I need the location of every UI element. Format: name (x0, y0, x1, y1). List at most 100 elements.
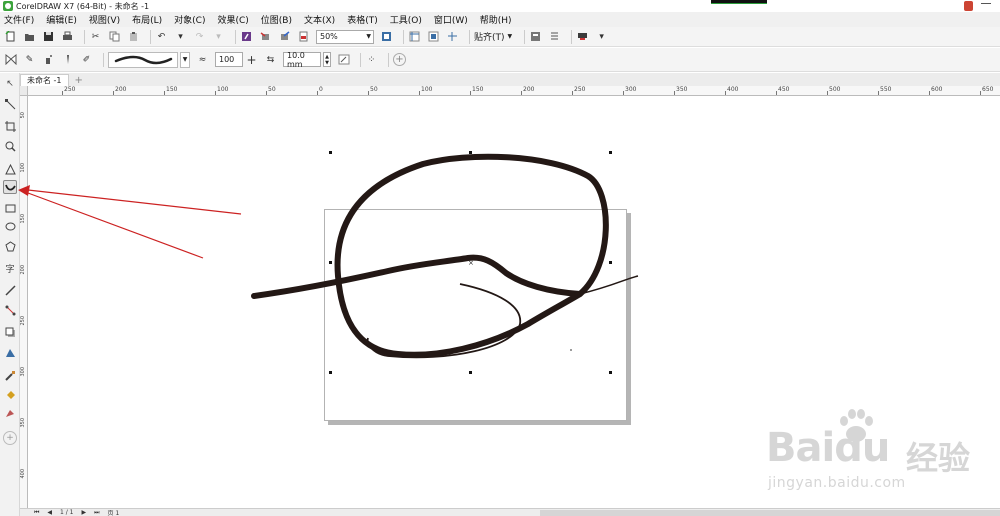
full-screen-preview-icon[interactable] (380, 30, 393, 43)
undo-dropdown-icon[interactable]: ▾ (174, 30, 187, 43)
document-tab-bar: 未命名 -1 + (20, 73, 1000, 86)
eyedropper-tool-icon[interactable] (3, 368, 17, 382)
new-document-icon[interactable] (4, 30, 17, 43)
zoom-level-select[interactable]: 50% ▼ (316, 29, 374, 44)
ruler-tick-label: 400 (727, 86, 739, 93)
ruler-tick (674, 91, 675, 95)
ruler-tick (368, 91, 369, 95)
smart-drawing-tool-icon[interactable] (3, 162, 17, 176)
add-icon[interactable]: + (393, 53, 406, 66)
menu-bitmaps[interactable]: 位图(B) (261, 13, 292, 26)
menu-layout[interactable]: 布局(L) (132, 13, 162, 26)
snap-to-button[interactable]: 贴齐(T) ▼ (474, 30, 512, 43)
add-tool-icon[interactable]: + (3, 431, 17, 445)
ruler-tick (266, 91, 267, 95)
menu-view[interactable]: 视图(V) (89, 13, 120, 26)
publish-pdf-icon[interactable] (297, 30, 310, 43)
redo-icon[interactable]: ↷ (193, 30, 206, 43)
ruler-tick (419, 91, 420, 95)
menu-file[interactable]: 文件(F) (4, 13, 34, 26)
save-icon[interactable] (42, 30, 55, 43)
copy-icon[interactable] (108, 30, 121, 43)
menu-window[interactable]: 窗口(W) (434, 13, 468, 26)
separator (235, 29, 236, 44)
sprayer-mode-icon[interactable] (42, 53, 55, 66)
add-tab-icon[interactable]: + (75, 75, 83, 86)
last-page-icon[interactable]: ⏭ (94, 509, 99, 516)
stroke-preset-select[interactable] (108, 51, 178, 68)
connector-tool-icon[interactable] (3, 303, 17, 317)
ruler-tick-label: 250 (64, 86, 76, 93)
app-launcher-icon[interactable] (548, 30, 561, 43)
redo-dropdown-icon[interactable]: ▾ (212, 30, 225, 43)
ruler-tick (623, 91, 624, 95)
zoom-tool-icon[interactable] (3, 139, 17, 153)
search-content-icon[interactable] (240, 30, 253, 43)
chevron-down-icon[interactable]: ▾ (595, 30, 608, 43)
shape-tool-icon[interactable] (3, 97, 17, 111)
show-rulers-icon[interactable] (408, 30, 421, 43)
horizontal-scrollbar[interactable] (540, 510, 1000, 516)
prev-page-icon[interactable]: ◀ (47, 509, 52, 516)
ruler-tick (113, 91, 114, 95)
preset-mode-icon[interactable] (4, 53, 17, 66)
pressure-mode-icon[interactable]: ✐ (80, 53, 93, 66)
vertical-ruler[interactable]: 50 100 150 200 250 300 350 400 (20, 96, 28, 508)
calligraphic-mode-icon[interactable] (61, 53, 74, 66)
open-icon[interactable] (23, 30, 36, 43)
drawing-canvas[interactable]: × Baidu 经验 jingyan.baidu.com (28, 96, 1000, 508)
export-icon[interactable] (278, 30, 291, 43)
print-icon[interactable] (61, 30, 74, 43)
ruler-origin[interactable] (20, 86, 28, 96)
menu-effects[interactable]: 效果(C) (217, 13, 248, 26)
chevron-down-icon[interactable]: ▼ (180, 51, 190, 68)
smoothing-plus-icon[interactable]: + (245, 53, 258, 67)
menu-table[interactable]: 表格(T) (347, 13, 378, 26)
ruler-tick-label: 150 (166, 86, 178, 93)
quick-customize-icon[interactable] (576, 30, 589, 43)
chevron-down-icon: ▼ (507, 33, 513, 40)
rectangle-tool-icon[interactable] (3, 201, 17, 215)
ruler-tick-label: 650 (982, 86, 994, 93)
pick-tool-icon[interactable]: ↖ (3, 77, 17, 91)
property-bar: ✎ ✐ ▼ ≈ 100 + ⇆ 10.0 mm ▲ ▼ ⁘ + (0, 48, 1000, 72)
tab-document-label: 未命名 -1 (27, 76, 62, 85)
crop-tool-icon[interactable] (3, 119, 17, 133)
page-tab[interactable]: 页 1 (108, 508, 120, 516)
object-effect-icon[interactable]: ⁘ (365, 53, 378, 66)
first-page-icon[interactable]: ⏮ (34, 509, 39, 516)
ellipse-tool-icon[interactable] (3, 219, 17, 233)
options-icon[interactable] (529, 30, 542, 43)
drop-shadow-tool-icon[interactable] (3, 325, 17, 339)
stroke-width-spinner[interactable]: ▲ ▼ (323, 52, 331, 67)
polygon-tool-icon[interactable] (3, 239, 17, 253)
menu-tools[interactable]: 工具(O) (390, 13, 422, 26)
menu-help[interactable]: 帮助(H) (480, 13, 512, 26)
show-guidelines-icon[interactable] (446, 30, 459, 43)
menu-object[interactable]: 对象(C) (174, 13, 205, 26)
show-grid-icon[interactable] (427, 30, 440, 43)
import-icon[interactable] (259, 30, 272, 43)
stroke-width-input[interactable]: 10.0 mm (283, 51, 321, 69)
text-tool-icon[interactable]: 字 (3, 261, 17, 275)
edit-stroke-icon[interactable] (337, 53, 350, 66)
horizontal-ruler[interactable]: 250 200 150 100 50 0 50 100 150 200 250 300 350 400 45… (28, 86, 1000, 96)
smart-fill-tool-icon[interactable] (3, 406, 17, 420)
user-avatar-icon[interactable] (964, 1, 973, 11)
minimize-button[interactable] (981, 3, 991, 5)
tab-document[interactable]: 未命名 -1 (20, 74, 69, 86)
ruler-tick-label: 550 (880, 86, 892, 93)
paste-icon[interactable] (127, 30, 140, 43)
transparency-tool-icon[interactable] (3, 345, 17, 359)
undo-icon[interactable]: ↶ (155, 30, 168, 43)
interactive-fill-tool-icon[interactable] (3, 387, 17, 401)
separator (150, 29, 151, 44)
brush-mode-icon[interactable]: ✎ (23, 53, 36, 66)
menu-edit[interactable]: 编辑(E) (46, 13, 77, 26)
cut-icon[interactable]: ✂ (89, 30, 102, 43)
smoothing-input[interactable]: 100 (215, 52, 243, 67)
parallel-dimension-tool-icon[interactable] (3, 283, 17, 297)
artistic-media-tool-icon[interactable] (3, 180, 17, 194)
menu-text[interactable]: 文本(X) (304, 13, 335, 26)
next-page-icon[interactable]: ▶ (82, 509, 87, 516)
